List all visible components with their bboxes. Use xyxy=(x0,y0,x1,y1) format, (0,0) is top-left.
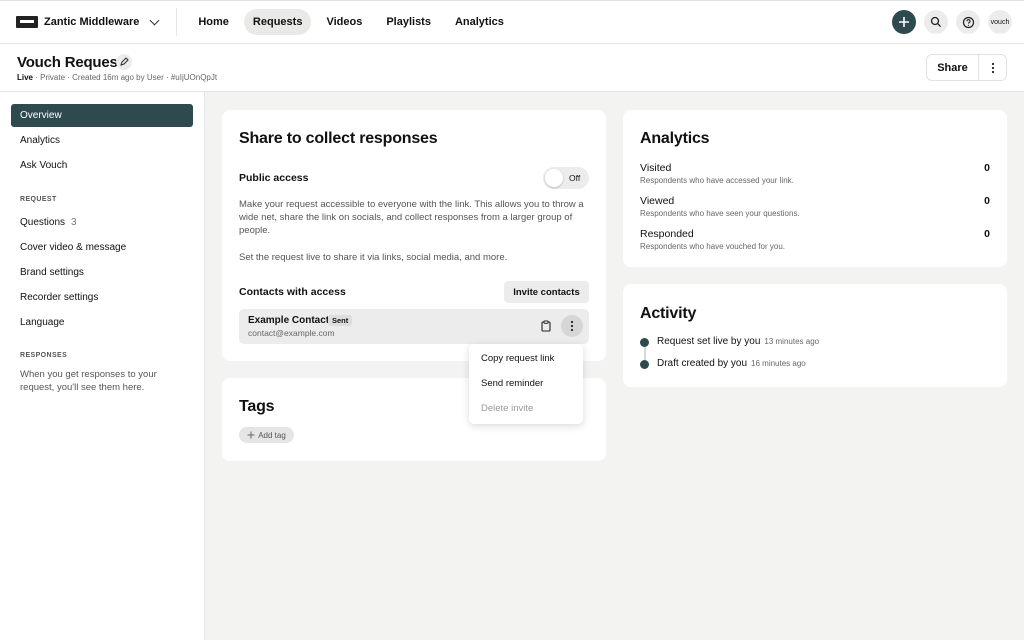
activity-timeline-line xyxy=(644,346,646,360)
menu-item-send-reminder[interactable]: Send reminder xyxy=(481,378,543,389)
more-vertical-icon xyxy=(570,320,574,332)
sidebar-item-language[interactable]: Language xyxy=(11,311,193,334)
sidebar-item-overview[interactable]: Overview xyxy=(11,104,193,127)
pencil-icon xyxy=(120,57,129,66)
chevron-down-icon xyxy=(149,15,160,25)
public-access-label: Public access xyxy=(239,172,309,184)
analytics-sub: Respondents who have vouched for you. xyxy=(640,242,785,251)
public-access-toggle[interactable]: Off xyxy=(543,167,589,189)
activity-event: Request set live by you 13 minutes ago xyxy=(657,336,819,347)
nav-playlists[interactable]: Playlists xyxy=(377,9,440,35)
status-badge: Live xyxy=(17,73,34,82)
main-nav: Home Requests Videos Playlists Analytics xyxy=(189,9,513,35)
analytics-row-viewed: Viewed Respondents who have seen your qu… xyxy=(640,195,990,218)
contact-context-menu: Copy request link Send reminder Delete i… xyxy=(469,344,583,424)
analytics-sub: Respondents who have seen your questions… xyxy=(640,209,800,218)
sidebar-item-cover-video[interactable]: Cover video & message xyxy=(11,236,193,259)
menu-item-copy-link[interactable]: Copy request link xyxy=(481,353,554,364)
responses-note: When you get responses to your request, … xyxy=(20,369,157,393)
contacts-label: Contacts with access xyxy=(239,286,346,298)
meta-details: · Private · Created 16m ago by User · #u… xyxy=(33,73,218,82)
org-logo xyxy=(16,16,38,28)
clipboard-icon xyxy=(541,320,551,332)
activity-event: Draft created by you 16 minutes ago xyxy=(657,358,806,369)
help-button[interactable] xyxy=(956,10,980,34)
nav-videos[interactable]: Videos xyxy=(317,9,371,35)
nav-divider xyxy=(176,8,178,36)
more-vertical-icon xyxy=(991,62,994,73)
activity-dot xyxy=(640,360,649,369)
public-access-description: Make your request accessible to everyone… xyxy=(239,199,584,236)
add-tag-button[interactable]: Add tag xyxy=(239,427,294,443)
sidebar: Overview Analytics Ask Vouch REQUEST Que… xyxy=(0,92,205,640)
search-button[interactable] xyxy=(924,10,948,34)
analytics-value: 0 xyxy=(984,162,990,174)
search-icon xyxy=(930,16,942,28)
nav-requests[interactable]: Requests xyxy=(243,9,312,35)
live-note: Set the request live to share it via lin… xyxy=(239,252,508,263)
analytics-row-visited: Visited Respondents who have accessed yo… xyxy=(640,162,990,185)
share-button[interactable]: Share xyxy=(927,55,979,80)
edit-title-button[interactable] xyxy=(116,54,132,70)
analytics-label: Visited xyxy=(640,162,672,174)
sidebar-item-ask-vouch[interactable]: Ask Vouch xyxy=(11,154,193,177)
org-name: Zantic Middleware xyxy=(44,16,140,28)
status-badge: Sent xyxy=(328,315,353,326)
plus-icon xyxy=(899,17,909,27)
analytics-label: Viewed xyxy=(640,195,675,207)
questions-count: 3 xyxy=(71,217,77,228)
contact-email: contact@example.com xyxy=(248,328,335,338)
sidebar-item-questions[interactable]: Questions 3 xyxy=(11,211,193,234)
help-icon xyxy=(962,16,974,28)
sidebar-item-brand-settings[interactable]: Brand settings xyxy=(11,261,193,284)
top-nav: Zantic Middleware Home Requests Videos P… xyxy=(0,0,1024,44)
nav-home[interactable]: Home xyxy=(189,9,238,35)
menu-item-delete-invite[interactable]: Delete invite xyxy=(481,403,533,414)
sidebar-item-recorder-settings[interactable]: Recorder settings xyxy=(11,286,193,309)
invite-contacts-button[interactable]: Invite contacts xyxy=(504,281,589,303)
request-meta: Live · Private · Created 16m ago by User… xyxy=(17,73,217,82)
copy-link-button[interactable] xyxy=(535,315,557,337)
sidebar-item-label: Questions xyxy=(20,217,66,228)
toggle-knob xyxy=(545,169,563,187)
create-button[interactable] xyxy=(892,10,916,34)
activity-time: 13 minutes ago xyxy=(764,337,820,346)
activity-title: Activity xyxy=(640,305,697,322)
add-tag-label: Add tag xyxy=(258,430,286,440)
contact-row: Example Contact Sent contact@example.com xyxy=(239,309,589,344)
activity-time: 16 minutes ago xyxy=(751,359,806,368)
contact-more-button[interactable] xyxy=(561,315,583,337)
more-options-button[interactable] xyxy=(979,55,1006,80)
page-title: Vouch Request xyxy=(17,54,123,71)
toggle-label: Off xyxy=(569,173,581,183)
analytics-value: 0 xyxy=(984,228,990,240)
analytics-title: Analytics xyxy=(640,130,710,147)
contact-name: Example Contact xyxy=(248,315,330,326)
page-header: Vouch Request Live · Private · Created 1… xyxy=(0,44,1024,92)
plus-icon xyxy=(247,431,255,439)
activity-text: Draft created by you xyxy=(657,358,748,369)
avatar[interactable]: vouch xyxy=(988,10,1012,34)
share-card-title: Share to collect responses xyxy=(239,130,438,147)
analytics-value: 0 xyxy=(984,195,990,207)
analytics-label: Responded xyxy=(640,228,694,240)
sidebar-heading-responses: RESPONSES xyxy=(20,352,68,359)
share-group: Share xyxy=(926,54,1007,81)
activity-text: Request set live by you xyxy=(657,336,761,347)
analytics-sub: Respondents who have accessed your link. xyxy=(640,176,794,185)
tags-title: Tags xyxy=(239,398,275,415)
analytics-row-responded: Responded Respondents who have vouched f… xyxy=(640,228,990,251)
sidebar-heading-request: REQUEST xyxy=(20,196,57,203)
org-switcher[interactable]: Zantic Middleware xyxy=(16,15,160,28)
sidebar-item-analytics[interactable]: Analytics xyxy=(11,129,193,152)
nav-analytics[interactable]: Analytics xyxy=(446,9,513,35)
activity-dot xyxy=(640,338,649,347)
